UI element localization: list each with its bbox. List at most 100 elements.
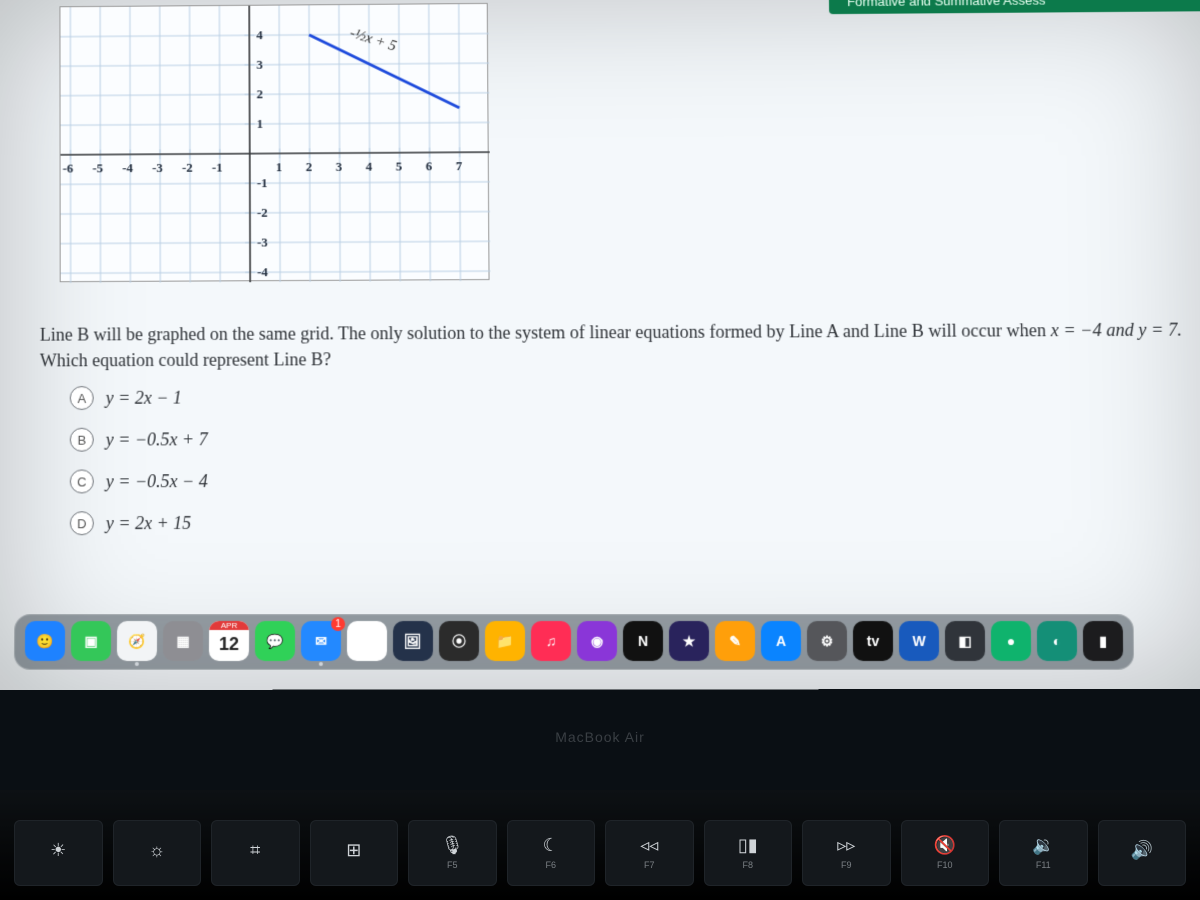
grid-svg: -6-5-4-3-2-11234567-4-3-2-11234 -½x + 5 (60, 4, 490, 283)
choice-text: y = 2x − 1 (106, 387, 182, 408)
dock-calendar-icon[interactable]: APR12 (209, 621, 249, 661)
line-a-label: -½x + 5 (348, 25, 399, 55)
gridlines (60, 4, 490, 283)
question-text: Line B will be graphed on the same grid.… (40, 317, 1189, 374)
svg-text:-2: -2 (182, 160, 193, 175)
dock-misc1-icon[interactable]: ◧ (945, 621, 985, 661)
fn-key-F10[interactable]: 🔇 F10 (901, 820, 990, 886)
svg-text:1: 1 (276, 159, 283, 174)
svg-text:-4: -4 (257, 264, 268, 279)
dock-word-icon[interactable]: W (899, 621, 939, 661)
fn-key-icon: ☀︎ (50, 841, 66, 859)
dock-term-icon[interactable]: ▮ (1083, 621, 1123, 661)
fn-key-icon: ☾ (543, 836, 559, 854)
dock-appstore-icon[interactable]: A (761, 621, 801, 661)
svg-text:1: 1 (257, 116, 264, 131)
fn-key-label: F7 (644, 860, 655, 870)
svg-text:-5: -5 (92, 160, 103, 175)
fn-key-icon: ▯▮ (738, 836, 758, 854)
fn-key-label: F9 (841, 860, 852, 870)
fn-key-label: F10 (937, 860, 953, 870)
svg-text:7: 7 (456, 158, 463, 173)
question-condition: x = −4 and y = 7. (1050, 320, 1181, 341)
svg-text:-3: -3 (152, 160, 163, 175)
dock: 🙂▣🧭▦APR12💬✉︎1✿🖼⦿📁♫◉N★✎A⚙︎tvW◧●◐▮ (14, 614, 1134, 670)
fn-key-label: F5 (447, 860, 458, 870)
svg-text:-3: -3 (257, 235, 268, 250)
fn-key-f12[interactable]: 🔊 (1098, 820, 1187, 886)
fn-key-label: F11 (1036, 860, 1051, 870)
choice-b[interactable]: By = −0.5x + 7 (70, 427, 370, 452)
dock-files-icon[interactable]: 📁 (485, 621, 525, 661)
svg-text:-6: -6 (63, 161, 74, 176)
dock-preview-icon[interactable]: 🖼 (393, 621, 433, 661)
dock-launchpad-icon[interactable]: ▦ (163, 621, 203, 661)
question-tail: Which equation could represent Line B? (40, 349, 331, 370)
choice-text: y = 2x + 15 (106, 513, 191, 534)
choice-bubble: A (70, 386, 94, 410)
fn-key-icon: ▹▹ (837, 836, 855, 854)
dock-safari-icon[interactable]: 🧭 (117, 621, 157, 661)
fn-key-F6[interactable]: ☾ F6 (507, 820, 596, 886)
svg-text:2: 2 (306, 159, 313, 174)
badge: 1 (331, 617, 345, 631)
dock-music-icon[interactable]: ♫ (531, 621, 571, 661)
fn-key-icon: 🔇 (934, 836, 956, 854)
fn-key-F9[interactable]: ▹▹ F9 (802, 820, 891, 886)
svg-text:-4: -4 (122, 160, 133, 175)
dock-mail-icon[interactable]: ✉︎1 (301, 621, 341, 661)
dock-podcast-icon[interactable]: ◉ (577, 621, 617, 661)
fn-key-f4[interactable]: ⊞ (310, 820, 399, 886)
dock-drawing-icon[interactable]: ✎ (715, 621, 755, 661)
fn-key-f1[interactable]: ☀︎ (14, 820, 103, 886)
fn-key-f2[interactable]: ☼ (113, 820, 202, 886)
svg-text:-1: -1 (212, 160, 223, 175)
question-lead: Line B will be graphed on the same grid.… (40, 320, 1046, 344)
choice-text: y = −0.5x − 4 (106, 471, 208, 492)
laptop-model-label: MacBook Air (0, 729, 1200, 745)
fn-key-icon: 🔊 (1131, 841, 1153, 859)
svg-text:3: 3 (256, 57, 263, 72)
choice-d[interactable]: Dy = 2x + 15 (70, 511, 371, 536)
fn-key-row: ☀︎ ☼ ⌗ ⊞ 🎙 F5 ☾ F6 ◃◃ F7 ▯▮F8 ▹▹ F9 🔇 F10 🔉 F11 🔊 (0, 790, 1200, 900)
svg-text:6: 6 (426, 158, 433, 173)
dock-appletv-icon[interactable]: tv (853, 621, 893, 661)
choice-bubble: C (70, 469, 94, 493)
svg-text:5: 5 (396, 159, 403, 174)
dock-settings-icon[interactable]: ⚙︎ (807, 621, 847, 661)
dock-finder-icon[interactable]: 🙂 (25, 621, 65, 661)
fn-key-f3[interactable]: ⌗ (211, 820, 300, 886)
svg-text:2: 2 (256, 86, 263, 101)
calendar-day: 12 (219, 630, 239, 658)
choice-c[interactable]: Cy = −0.5x − 4 (70, 469, 370, 494)
fn-key-F7[interactable]: ◃◃ F7 (605, 820, 694, 886)
dock-facetime-icon[interactable]: ▣ (71, 621, 111, 661)
fn-key-F5[interactable]: 🎙 F5 (408, 820, 497, 886)
screen: Formative and Summative Assess -6-5-4-3-… (0, 0, 1200, 690)
fn-key-F8[interactable]: ▯▮F8 (704, 820, 793, 886)
dock-netflix-icon[interactable]: N (623, 621, 663, 661)
fn-key-icon: 🎙 (441, 836, 464, 854)
calendar-month: APR (209, 621, 249, 630)
fn-key-icon: ◃◃ (640, 836, 658, 854)
svg-text:3: 3 (336, 159, 343, 174)
fn-key-label: F6 (545, 860, 556, 870)
fn-key-icon: 🔉 (1032, 836, 1054, 854)
dock-colors-icon[interactable]: ⦿ (439, 621, 479, 661)
fn-key-F11[interactable]: 🔉 F11 (999, 820, 1088, 886)
dock-messages-icon[interactable]: 💬 (255, 621, 295, 661)
dock-area: 🙂▣🧭▦APR12💬✉︎1✿🖼⦿📁♫◉N★✎A⚙︎tvW◧●◐▮ (0, 614, 1200, 670)
dock-photos-icon[interactable]: ✿ (347, 621, 387, 661)
choice-a[interactable]: Ay = 2x − 1 (70, 385, 370, 410)
answer-choices: Ay = 2x − 1 By = −0.5x + 7 Cy = −0.5x − 4 D… (70, 385, 371, 553)
fn-key-icon: ☼ (149, 841, 166, 859)
svg-text:-1: -1 (257, 175, 268, 190)
fn-key-icon: ⌗ (250, 841, 260, 859)
dock-imovie-icon[interactable]: ★ (669, 621, 709, 661)
choice-bubble: B (70, 428, 94, 452)
svg-text:4: 4 (366, 159, 373, 174)
dock-chat-icon[interactable]: ● (991, 621, 1031, 661)
svg-text:-2: -2 (257, 205, 268, 220)
choice-bubble: D (70, 511, 94, 535)
dock-edge-icon[interactable]: ◐ (1037, 621, 1077, 661)
